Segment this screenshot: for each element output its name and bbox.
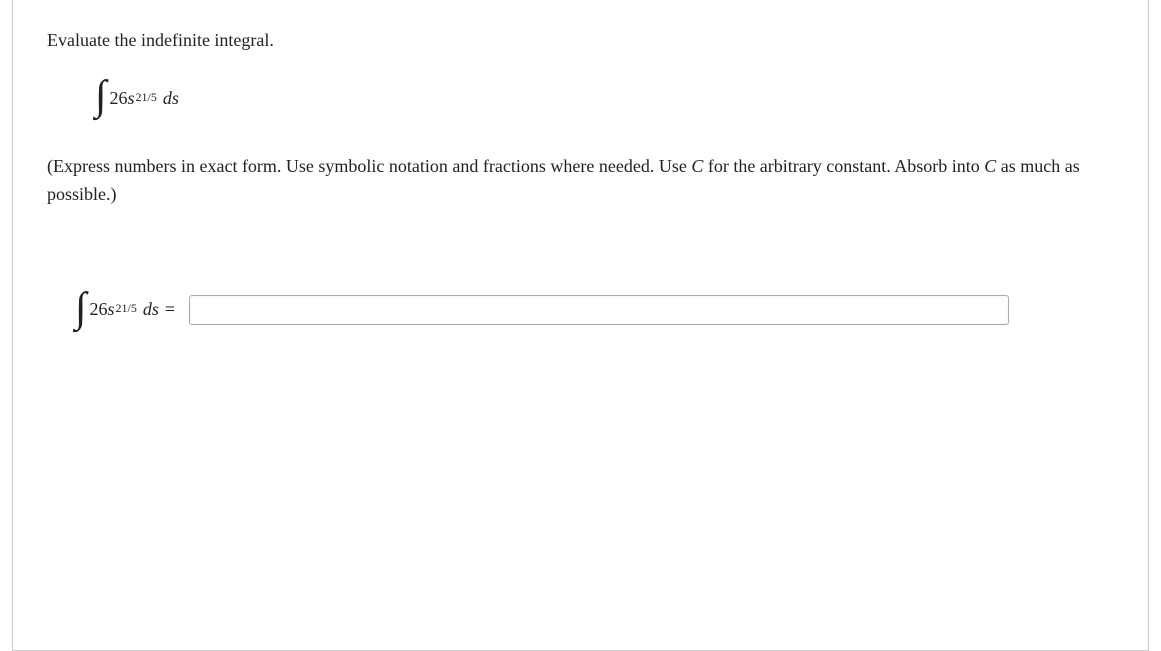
- equals-sign: =: [165, 299, 175, 320]
- exponent: 21/5: [136, 90, 157, 105]
- instructions-part-1: (Express numbers in exact form. Use symb…: [47, 156, 691, 176]
- variable: s: [128, 88, 135, 109]
- exponent: 21/5: [116, 301, 137, 316]
- integral-expression: ∫ 26s21/5 ds: [95, 77, 1114, 119]
- constant-c-2: C: [984, 156, 996, 176]
- instructions-part-2: for the arbitrary constant. Absorb into: [703, 156, 984, 176]
- differential: ds: [143, 299, 159, 320]
- integral-sign-icon: ∫: [95, 75, 107, 117]
- variable: s: [108, 299, 115, 320]
- answer-integral-expression: ∫ 26s21/5 ds: [75, 289, 159, 331]
- question-prompt: Evaluate the indefinite integral.: [47, 28, 1114, 53]
- coefficient: 26: [110, 88, 128, 109]
- integrand: 26s21/5 ds: [90, 299, 159, 320]
- integrand: 26s21/5 ds: [110, 88, 179, 109]
- answer-row: ∫ 26s21/5 ds =: [75, 289, 1114, 331]
- question-panel: Evaluate the indefinite integral. ∫ 26s2…: [12, 0, 1149, 651]
- differential: ds: [163, 88, 179, 109]
- coefficient: 26: [90, 299, 108, 320]
- constant-c-1: C: [691, 156, 703, 176]
- integral-sign-icon: ∫: [75, 287, 87, 329]
- answer-input[interactable]: [189, 295, 1009, 325]
- instructions-text: (Express numbers in exact form. Use symb…: [47, 153, 1114, 209]
